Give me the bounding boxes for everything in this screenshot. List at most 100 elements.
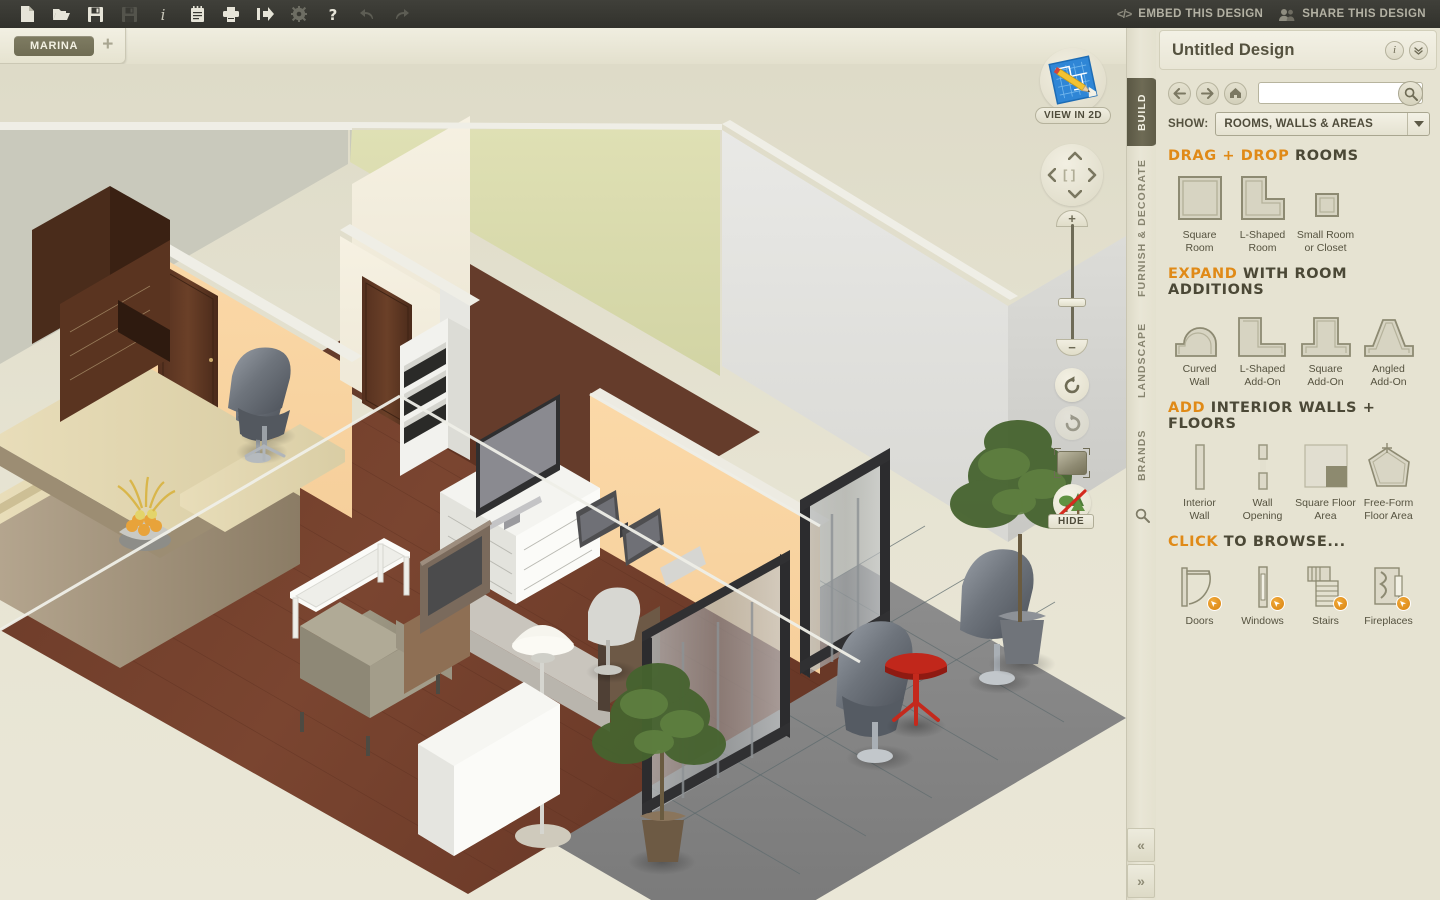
show-dropdown[interactable]: ROOMS, WALLS & AREAS (1215, 112, 1430, 136)
pan-control-disc[interactable]: [ ] (1041, 144, 1103, 206)
zoom-out-button[interactable]: − (1056, 339, 1088, 356)
view-thumbnail[interactable] (1054, 448, 1090, 478)
notes-icon[interactable] (180, 0, 214, 28)
pan-up-button[interactable] (1067, 148, 1083, 163)
item-doors[interactable]: Doors (1168, 558, 1231, 628)
rotate-right-icon[interactable] (1055, 406, 1089, 440)
item-l-shaped-add-on[interactable]: L-Shaped Add-On (1231, 306, 1294, 388)
section-click-to-browse: CLICK TO BROWSE... Doors Windows Stairs … (1156, 522, 1440, 628)
item-fireplaces[interactable]: Fireplaces (1357, 558, 1420, 628)
gear-icon[interactable] (282, 0, 316, 28)
zoom-slider[interactable]: + − (1056, 210, 1088, 356)
embed-this-design-button[interactable]: </> EMBED THIS DESIGN (1117, 7, 1263, 21)
item-label: Small Room or Closet (1296, 229, 1355, 254)
pan-center-button[interactable]: [ ] (1063, 168, 1075, 181)
design-canvas-3d[interactable] (0, 64, 1126, 900)
search-input[interactable] (1259, 83, 1395, 103)
item-windows[interactable]: Windows (1231, 558, 1294, 628)
item-label: Windows (1241, 615, 1284, 627)
nav-home-button[interactable] (1224, 81, 1247, 105)
item-small-room-or-closet[interactable]: Small Room or Closet (1294, 172, 1357, 254)
stairs-icon (1302, 558, 1350, 611)
tab-group: MARINA + (0, 28, 127, 64)
browse-badge-icon (1269, 596, 1285, 611)
pan-right-button[interactable] (1087, 167, 1097, 185)
section-title: ADD INTERIOR WALLS + FLOORS (1168, 400, 1428, 432)
section-title-accent: EXPAND (1168, 266, 1238, 282)
pan-down-button[interactable] (1067, 187, 1083, 202)
document-tab-marina[interactable]: MARINA (14, 35, 95, 56)
section-interior-walls-floors: ADD INTERIOR WALLS + FLOORS Interior Wal… (1156, 388, 1440, 522)
top-toolbar: i ? </> EMBED THIS DESIGN SHARE THIS DES… (0, 0, 1440, 28)
print-icon[interactable] (214, 0, 248, 28)
square-addon-icon (1298, 306, 1354, 358)
section-items: Square Room L-Shaped Room Small Room or … (1168, 172, 1428, 254)
rail-tab-brands[interactable]: BRANDS (1127, 416, 1157, 494)
item-stairs[interactable]: Stairs (1294, 558, 1357, 628)
section-title: CLICK TO BROWSE... (1168, 534, 1428, 550)
frame-corner-tl (1054, 448, 1061, 455)
item-label: Stairs (1312, 615, 1339, 627)
nav-back-button[interactable] (1168, 81, 1191, 105)
item-angled-add-on[interactable]: Angled Add-On (1357, 306, 1420, 388)
show-filter-row: SHOW: ROOMS, WALLS & AREAS (1156, 110, 1440, 136)
share-people-icon (1279, 8, 1295, 21)
redo-arrow-icon[interactable] (384, 0, 418, 28)
section-room-additions: EXPAND WITH ROOM ADDITIONS Curved Wall L… (1156, 254, 1440, 388)
item-label: Fireplaces (1364, 615, 1413, 627)
view-in-2d-control[interactable]: VIEW IN 2D (1032, 48, 1114, 124)
pan-left-button[interactable] (1047, 167, 1057, 185)
undo-arrow-icon[interactable] (350, 0, 384, 28)
design-title: Untitled Design (1172, 40, 1295, 59)
panel-header: Untitled Design i (1159, 30, 1437, 70)
item-wall-opening[interactable]: Wall Opening (1231, 440, 1294, 522)
frame-corner-tr (1083, 448, 1090, 455)
item-label: Square Floor Area (1295, 497, 1356, 522)
item-free-form-floor-area[interactable]: Free-Form Floor Area (1357, 440, 1420, 522)
section-items: Interior Wall Wall Opening Square Floor … (1168, 440, 1428, 522)
collapse-left-button[interactable]: « (1127, 828, 1155, 862)
item-interior-wall[interactable]: Interior Wall (1168, 440, 1231, 522)
zoom-track[interactable] (1071, 224, 1074, 342)
view-in-2d-label[interactable]: VIEW IN 2D (1035, 107, 1111, 124)
item-label: Square Room (1182, 229, 1217, 254)
panel-search[interactable] (1258, 81, 1423, 106)
item-square-floor-area[interactable]: Square Floor Area (1294, 440, 1357, 522)
chevron-down-icon[interactable] (1407, 113, 1429, 135)
search-icon[interactable] (1127, 500, 1157, 530)
item-curved-wall[interactable]: Curved Wall (1168, 306, 1231, 388)
nav-forward-button[interactable] (1196, 81, 1219, 105)
save-disk-icon[interactable] (78, 0, 112, 28)
export-arrow-icon[interactable] (248, 0, 282, 28)
help-question-icon[interactable]: ? (316, 0, 350, 28)
rail-tab-landscape[interactable]: LANDSCAPE (1127, 310, 1157, 410)
share-this-design-button[interactable]: SHARE THIS DESIGN (1279, 8, 1426, 21)
browse-badge-icon (1395, 596, 1411, 611)
item-l-shaped-room[interactable]: L-Shaped Room (1231, 172, 1294, 254)
blueprint-pencil-icon (1048, 54, 1098, 105)
square-room-icon (1174, 172, 1226, 224)
new-document-icon[interactable] (10, 0, 44, 28)
info-icon[interactable]: i (146, 0, 180, 28)
open-folder-icon[interactable] (44, 0, 78, 28)
free-form-floor-area-icon (1363, 440, 1415, 492)
item-square-add-on[interactable]: Square Add-On (1294, 306, 1357, 388)
zoom-handle[interactable] (1058, 298, 1086, 307)
save-as-disk-icon[interactable] (112, 0, 146, 28)
search-submit-icon[interactable] (1398, 81, 1423, 106)
square-floor-area-icon (1300, 440, 1352, 492)
hide-label[interactable]: HIDE (1048, 514, 1095, 529)
chevron-down-icon[interactable] (1409, 40, 1428, 60)
section-title-rest: TO BROWSE... (1218, 534, 1346, 550)
rail-tab-furnish-decorate[interactable]: FURNISH & DECORATE (1127, 152, 1157, 304)
item-square-room[interactable]: Square Room (1168, 172, 1231, 254)
curved-wall-icon (1172, 306, 1228, 358)
collapse-right-button[interactable]: » (1127, 864, 1155, 898)
info-icon[interactable]: i (1385, 40, 1404, 60)
item-label: L-Shaped Room (1239, 229, 1286, 254)
add-tab-button[interactable]: + (102, 35, 113, 56)
panel-tab-rail: BUILD FURNISH & DECORATE LANDSCAPE BRAND… (1126, 28, 1157, 900)
rotate-left-icon[interactable] (1055, 368, 1089, 402)
rail-tab-build[interactable]: BUILD (1127, 78, 1157, 146)
toolbar-right-links: </> EMBED THIS DESIGN SHARE THIS DESIGN (1117, 0, 1440, 28)
